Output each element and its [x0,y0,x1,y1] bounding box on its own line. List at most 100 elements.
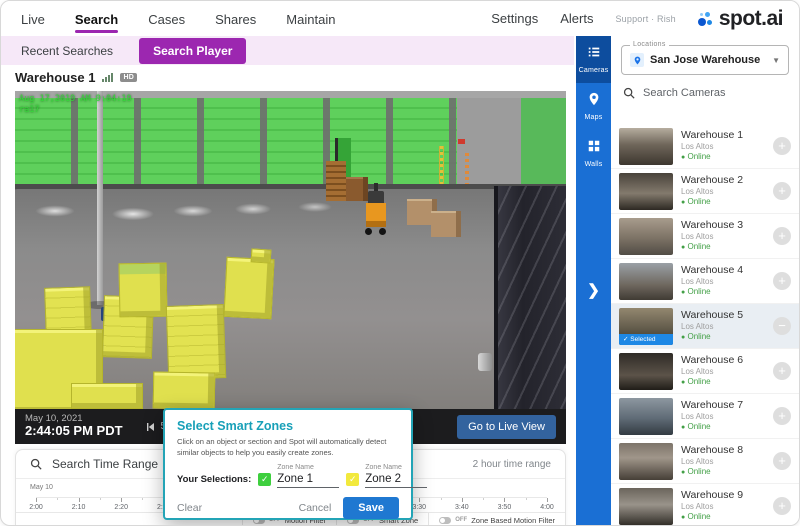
zone-name-input[interactable] [365,472,427,488]
toggle-zone-based-motion-filter[interactable]: OFF Zone Based Motion Filter [428,513,565,526]
side-tab-cameras[interactable]: Cameras [576,36,611,83]
yellow-box-zone-overlay[interactable] [223,257,274,319]
remove-camera-button[interactable]: − [773,317,791,335]
yellow-box-zone-overlay[interactable] [251,248,272,263]
add-camera-button[interactable]: + [773,272,791,290]
add-camera-button[interactable]: + [773,227,791,245]
recent-searches-tab[interactable]: Recent Searches [21,44,113,58]
side-tab-walls[interactable]: Walls [576,130,611,177]
camera-status: ● Online [681,152,765,163]
nav-item-maintain[interactable]: Maintain [286,3,335,34]
online-dot-icon: ● [681,289,685,296]
tick-label: 3:40 [455,504,469,511]
tick-mark [419,498,420,502]
spot-logo-icon [698,9,715,29]
app-window: Live Search Cases Shares Maintain Settings A… [0,0,800,526]
search-icon [30,458,42,470]
camera-header: Warehouse 1 HD [15,70,137,85]
camera-list-item-warehouse-4[interactable]: Warehouse 4 Los Altos ● Online + [611,259,799,304]
clear-button[interactable]: Clear [177,502,202,514]
zone-color-checkbox[interactable]: ✓ [258,473,271,486]
zone-selections-row: Your Selections: ✓ Zone Name ✓ Zone Name [177,464,399,488]
camera-location: Los Altos [681,412,765,422]
tick-mark [121,498,122,502]
video-frame[interactable]: Aug 17,2019 AM 9:04:19 ra17 [15,91,566,409]
tick-label: 4:00 [540,504,554,511]
camera-thumbnail [619,443,673,480]
exit-sign [458,139,465,144]
add-camera-button[interactable]: + [773,137,791,155]
chevron-down-icon: ▼ [772,56,780,65]
camera-list-item-warehouse-2[interactable]: Warehouse 2 Los Altos ● Online + [611,169,799,214]
minor-tick-mark [57,498,58,500]
add-camera-button[interactable]: + [773,452,791,470]
your-selections-label: Your Selections: [177,474,251,488]
storage-rack [494,186,566,409]
add-camera-button[interactable]: + [773,182,791,200]
camera-list-item-warehouse-1[interactable]: Warehouse 1 Los Altos ● Online + [611,124,799,169]
add-camera-button[interactable]: + [773,497,791,515]
camera-list-item-warehouse-7[interactable]: Warehouse 7 Los Altos ● Online + [611,394,799,439]
search-player-tab[interactable]: Search Player [139,38,246,64]
tick-mark [79,498,80,502]
playback-datetime: May 10, 2021 2:44:05 PM PDT [25,414,123,440]
camera-list: Warehouse 1 Los Altos ● Online + Warehou… [611,124,799,525]
camera-thumbnail [619,488,673,525]
camera-list-item-warehouse-5[interactable]: ✓ Selected Warehouse 5 Los Altos ● Onlin… [611,304,799,349]
side-tab-maps[interactable]: Maps [576,83,611,130]
camera-list-item-warehouse-9[interactable]: Warehouse 9 Los Altos ● Online + [611,484,799,525]
camera-thumbnail [619,353,673,390]
save-button[interactable]: Save [343,497,399,519]
tick-label: 2:20 [114,504,128,511]
camera-location: Los Altos [681,367,765,377]
camera-list-item-warehouse-6[interactable]: Warehouse 6 Los Altos ● Online + [611,349,799,394]
nav-item-live[interactable]: Live [21,3,45,34]
time-range-label: 2 hour time range [473,459,551,470]
cancel-button[interactable]: Cancel [299,502,332,514]
yellow-box-zone-overlay[interactable] [166,304,227,380]
camera-thumbnail [619,263,673,300]
camera-location: Los Altos [681,457,765,467]
camera-status: ● Online [681,512,765,523]
nav-right: Settings Alerts Support · Rish spot.ai [491,8,783,29]
settings-link[interactable]: Settings [491,11,538,26]
camera-list-item-warehouse-8[interactable]: Warehouse 8 Los Altos ● Online + [611,439,799,484]
collapse-panel-chevron[interactable]: ❯ [576,281,611,299]
add-camera-button[interactable]: + [773,362,791,380]
go-to-live-view-button[interactable]: Go to Live View [457,415,556,439]
minor-tick-mark [483,498,484,500]
yellow-box-zone-overlay[interactable] [119,263,168,318]
alerts-link[interactable]: Alerts [560,11,593,26]
online-dot-icon: ● [681,334,685,341]
nav-item-shares[interactable]: Shares [215,3,256,34]
online-dot-icon: ● [681,154,685,161]
yellow-box-zone-overlay[interactable] [153,371,216,409]
tick-label: 3:50 [498,504,512,511]
camera-location: Los Altos [681,322,765,332]
online-dot-icon: ● [681,379,685,386]
camera-thumbnail [619,128,673,165]
yellow-box-zone-overlay[interactable] [71,383,143,409]
camera-search-input[interactable]: Search Cameras [611,81,799,106]
nav-item-search[interactable]: Search [75,3,118,34]
zone-field-2: ✓ Zone Name [346,464,427,488]
timeline-date-label: May 10 [30,484,53,491]
location-pin-icon [630,53,644,67]
camera-thumbnail [619,218,673,255]
pallet-stack [326,161,346,201]
nav-item-cases[interactable]: Cases [148,3,185,34]
zone-name-label: Zone Name [277,464,339,471]
locations-select[interactable]: Locations San Jose Warehouse ▼ [621,45,789,75]
zone-name-input[interactable] [277,472,339,488]
support-user-label[interactable]: Support · Rish [615,14,675,24]
tick-mark [36,498,37,502]
zone-color-checkbox[interactable]: ✓ [346,473,359,486]
add-camera-button[interactable]: + [773,407,791,425]
tick-label: 2:10 [72,504,86,511]
wrapped-pallet [431,211,461,237]
tick-mark [547,498,548,502]
minor-tick-mark [100,498,101,500]
selected-location: San Jose Warehouse [650,54,760,66]
camera-name: Warehouse 8 [681,444,765,457]
camera-list-item-warehouse-3[interactable]: Warehouse 3 Los Altos ● Online + [611,214,799,259]
